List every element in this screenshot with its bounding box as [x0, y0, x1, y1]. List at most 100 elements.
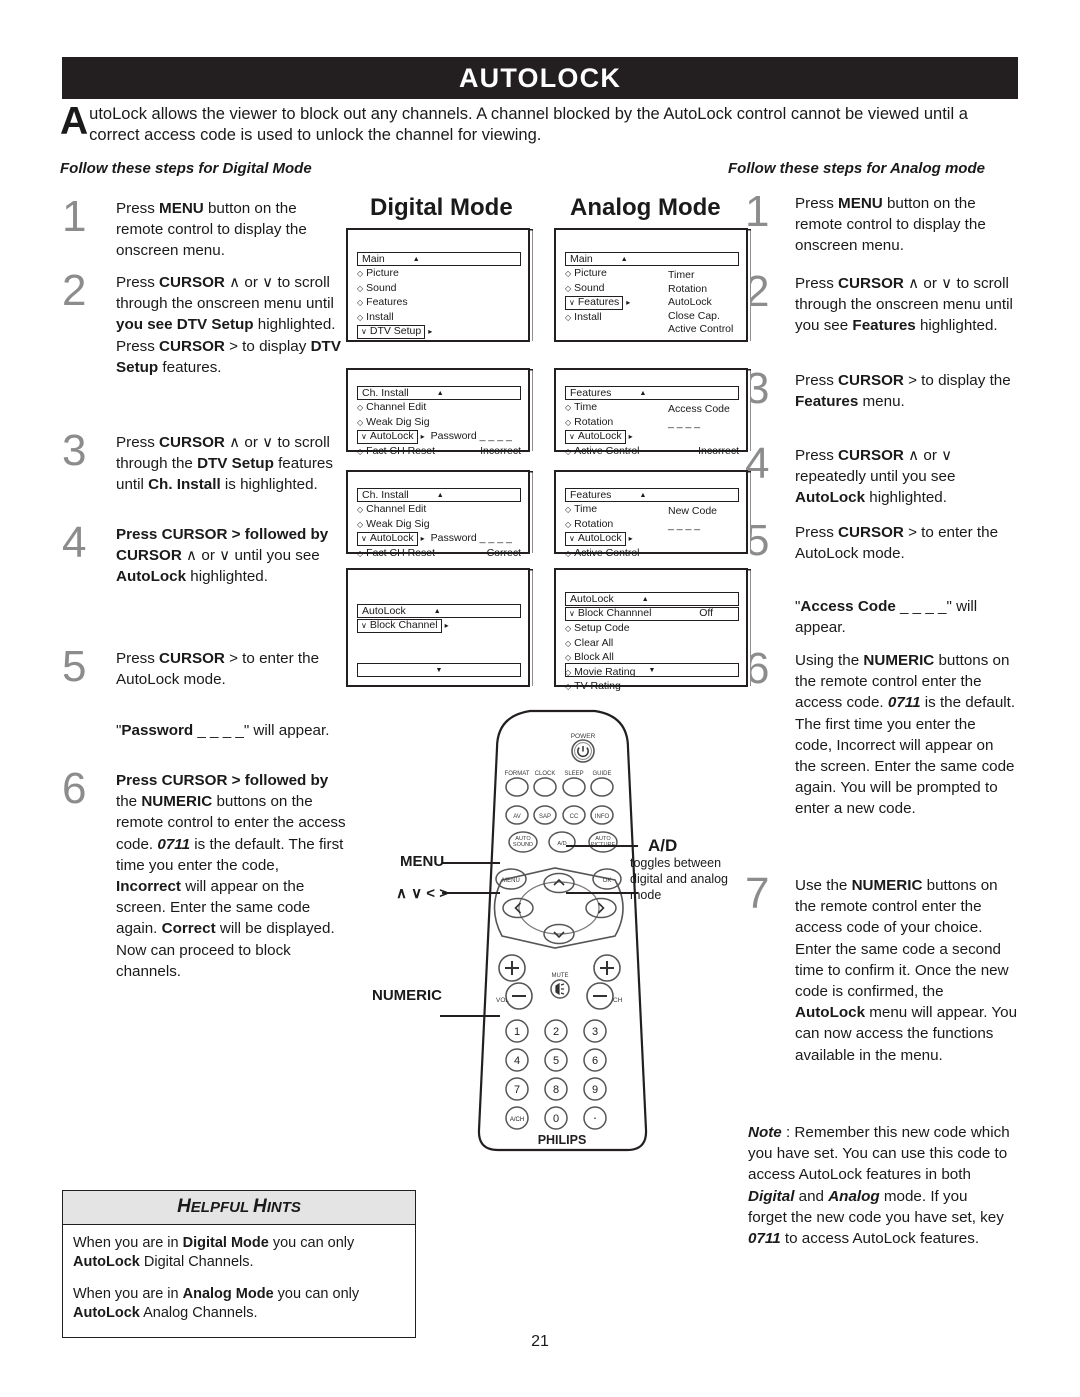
- osd-menu-item[interactable]: ∨ AutoLock ▸: [565, 430, 739, 444]
- osd-footer-bar[interactable]: ▼: [565, 663, 739, 677]
- step-text: Press CURSOR > to enter the AutoLock mod…: [795, 524, 999, 563]
- osd-item-label: Weak Dig Sig: [366, 517, 430, 530]
- osd-menu-item[interactable]: ∨ AutoLock ▸ Password _ _ _ _: [357, 430, 521, 444]
- osd-menu-item[interactable]: ∨ DTV Setup ▸: [357, 325, 521, 339]
- osd-item-label: Block Channnel: [577, 607, 652, 620]
- step-number: 4: [62, 518, 87, 567]
- check-icon: ∨: [361, 534, 367, 544]
- svg-text:FORMAT: FORMAT: [505, 771, 530, 777]
- osd-header-label: Main: [570, 253, 593, 265]
- step-number: 3: [62, 426, 87, 475]
- osd-selected-item[interactable]: ∨ AutoLock: [357, 430, 418, 444]
- osd-item-label: Setup Code: [574, 622, 630, 634]
- osd-menu-item[interactable]: ∨ AutoLock ▸: [565, 532, 739, 546]
- right-arrow-icon: ▸: [420, 432, 425, 442]
- osd-menu-item[interactable]: ◇ Active Control Incorrect: [565, 445, 739, 459]
- osd-menu-item[interactable]: ∨ Block Channnel Off: [565, 607, 739, 621]
- step-number: 5: [62, 642, 87, 691]
- step-text: Press CURSOR > followed by the NUMERIC b…: [116, 772, 346, 980]
- osd-item-label: Active Control: [574, 547, 640, 559]
- osd-menu-item[interactable]: ◇ Install: [357, 311, 521, 325]
- diamond-icon: ◇: [565, 682, 572, 691]
- check-icon: ∨: [569, 534, 575, 544]
- digital-osd-screen: Main ▲ ◇ Picture ◇ Sound ◇ Features ◇ Install ∨ DTV…: [346, 228, 530, 342]
- osd-item-label: Channel Edit: [366, 503, 427, 515]
- osd-selected-item[interactable]: ∨ Block Channnel Off: [565, 607, 739, 621]
- step-text: Press CURSOR ∧ or ∨ to scroll through th…: [116, 434, 333, 494]
- osd-menu-item[interactable]: ◇ Clear All: [565, 637, 739, 651]
- step-number: 1: [745, 187, 770, 236]
- osd-menu-item[interactable]: ◇ Setup Code: [565, 622, 739, 636]
- svg-text:SAP: SAP: [539, 814, 551, 820]
- diamond-icon: ◇: [357, 417, 364, 427]
- osd-menu-item[interactable]: ◇ Picture: [357, 267, 521, 281]
- osd-item-label: AutoLock: [369, 532, 414, 545]
- diamond-icon: ◇: [357, 403, 364, 412]
- osd-menu-item[interactable]: ◇ Sound: [357, 282, 521, 296]
- diamond-icon: ◇: [565, 447, 572, 456]
- osd-menu-item[interactable]: ◇ Weak Dig Sig: [357, 518, 521, 532]
- osd-col2-item: AutoLock: [668, 296, 712, 308]
- osd-selected-item[interactable]: ∨ DTV Setup: [357, 325, 426, 339]
- step-number: 5: [745, 516, 770, 565]
- diamond-icon: ◇: [565, 505, 572, 514]
- step-text: "Access Code _ _ _ _" will appear.: [795, 598, 978, 637]
- osd-menu-item[interactable]: ∨ AutoLock ▸ Password _ _ _ _: [357, 532, 521, 546]
- diamond-icon: ◇: [357, 447, 364, 456]
- osd-menu-item[interactable]: ◇ Channel Edit: [357, 401, 521, 415]
- diamond-icon: ◇: [357, 283, 364, 293]
- osd-selected-item[interactable]: ∨ AutoLock: [357, 532, 418, 546]
- osd-item-label: AutoLock: [577, 430, 622, 443]
- osd-item-label: Rotation: [574, 517, 614, 530]
- osd-menu-item[interactable]: ◇ Active Control: [565, 547, 739, 561]
- svg-text:SLEEP: SLEEP: [564, 771, 583, 777]
- osd-menu-item[interactable]: ∨ Block Channel ▸: [357, 619, 521, 633]
- osd-item-label: Time: [574, 503, 598, 515]
- osd-header-bar: Ch. Install ▲: [357, 386, 521, 400]
- osd-item-label: Sound: [366, 281, 397, 294]
- step-item: 7 Use the NUMERIC buttons on the remote c…: [745, 872, 1018, 1066]
- up-arrow-icon: ▲: [436, 491, 444, 499]
- osd-selected-item[interactable]: ∨ Block Channel: [357, 619, 442, 633]
- drop-cap: A: [60, 100, 89, 143]
- osd-menu-item[interactable]: ◇ Channel Edit: [357, 503, 521, 517]
- osd-col2-item: _ _ _ _: [668, 518, 701, 531]
- osd-item-label: AutoLock: [577, 532, 622, 545]
- osd-col2-item: Timer: [668, 269, 695, 281]
- osd-second-column: Access Code _ _ _ _: [668, 403, 730, 430]
- step-item: 3 Press CURSOR > to display the Features …: [745, 366, 1017, 412]
- osd-selected-item[interactable]: ∨ AutoLock: [565, 430, 626, 444]
- osd-selected-item[interactable]: ∨ AutoLock: [565, 532, 626, 546]
- diamond-icon: ◇: [357, 269, 364, 278]
- svg-text:A/CH: A/CH: [510, 1117, 524, 1123]
- osd-item-label: Install: [574, 311, 602, 323]
- diamond-icon: ◇: [565, 417, 572, 427]
- osd-menu-item[interactable]: ◇ Weak Dig Sig: [357, 416, 521, 430]
- diamond-icon: ◇: [565, 638, 572, 648]
- osd-item-label: Channel Edit: [366, 401, 427, 413]
- osd-header-label: Features: [570, 489, 612, 501]
- osd-menu-item[interactable]: ◇ Features: [357, 296, 521, 310]
- step-text: Use the NUMERIC buttons on the remote co…: [795, 877, 1018, 1064]
- osd-selected-item[interactable]: ∨ Features: [565, 296, 624, 310]
- remote-callout-menu: MENU: [400, 853, 445, 870]
- diamond-icon: ◇: [565, 269, 572, 278]
- step-number: [745, 596, 795, 638]
- osd-menu-item[interactable]: ◇ Fact CH Reset Correct: [357, 547, 521, 561]
- up-arrow-icon: ▲: [433, 607, 441, 615]
- osd-second-column: Timer Rotation AutoLock Close Cap. Active Co…: [668, 269, 733, 337]
- osd-item-label: Active Control: [574, 445, 640, 457]
- osd-header-label: Ch. Install: [362, 489, 409, 501]
- up-arrow-icon: ▲: [412, 255, 420, 263]
- step-text: Press CURSOR ∧ or ∨ to scroll through th…: [116, 274, 341, 376]
- osd-menu-item[interactable]: ◇ TV Rating: [565, 680, 739, 694]
- osd-menu-item[interactable]: ◇ Fact CH Reset Incorrect: [357, 445, 521, 459]
- osd-item-label: Sound: [574, 281, 605, 294]
- step-number: [62, 720, 116, 741]
- check-icon: ∨: [361, 327, 367, 337]
- step-item: "Password _ _ _ _" will appear.: [62, 720, 348, 741]
- osd-footer-bar[interactable]: ▼: [357, 663, 521, 677]
- analog-osd-screen: Main ▲ ◇ Picture ◇ Sound ∨ Features ▸ ◇ Install Tim…: [554, 228, 748, 342]
- step-item: 2 Press CURSOR ∧ or ∨ to scroll through t…: [745, 270, 1017, 337]
- step-text: Press CURSOR > followed by CURSOR ∧ or ∨…: [116, 526, 329, 586]
